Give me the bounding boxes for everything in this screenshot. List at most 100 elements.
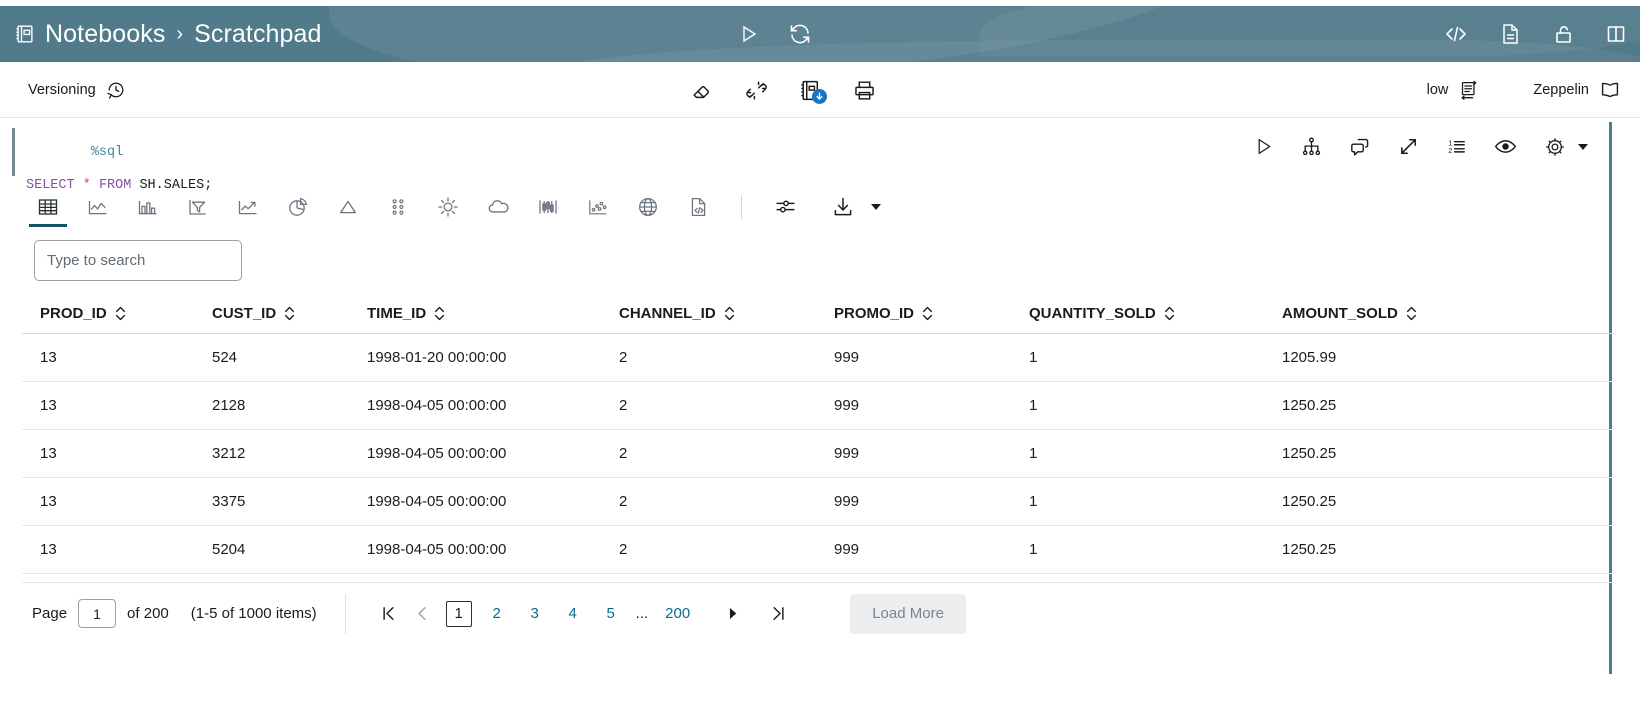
print-icon[interactable]: [852, 78, 877, 103]
first-page-icon[interactable]: [372, 599, 406, 629]
load-more-button[interactable]: Load More: [850, 593, 966, 634]
cell-prod-id: 13: [40, 349, 57, 366]
column-header-quantity-sold[interactable]: QUANTITY_SOLD: [1029, 305, 1282, 322]
mode-selector[interactable]: low: [1427, 79, 1480, 101]
pyramid-chart-icon[interactable]: [334, 189, 362, 225]
next-page-icon[interactable]: [715, 599, 749, 629]
column-header-promo-id[interactable]: PROMO_ID: [834, 305, 1029, 322]
disconnect-icon[interactable]: [744, 78, 769, 103]
gear-icon[interactable]: [1543, 135, 1567, 159]
items-range-label: (1-5 of 1000 items): [190, 605, 317, 622]
document-icon[interactable]: [1498, 22, 1522, 46]
download-caret-icon[interactable]: [871, 203, 881, 210]
unlock-icon[interactable]: [1551, 22, 1575, 46]
cell-quantity-sold: 1: [1029, 349, 1038, 366]
run-all-icon[interactable]: [736, 22, 760, 46]
page-link-3[interactable]: 3: [522, 601, 548, 627]
versioning-button[interactable]: Versioning: [28, 62, 127, 118]
numbered-list-icon[interactable]: 1 2: [1445, 135, 1468, 158]
page-link-last[interactable]: 200: [660, 601, 695, 627]
header-center-actions: [736, 6, 812, 62]
funnel-chart-icon[interactable]: [184, 189, 212, 225]
table-row[interactable]: 13 3212 1998-04-05 00:00:00 2 999 1 1250…: [22, 430, 1614, 478]
toolbar-right-actions: low Zeppelin: [1427, 62, 1622, 118]
settings-caret-icon[interactable]: [1578, 143, 1588, 150]
breadcrumb-root[interactable]: Notebooks: [45, 20, 165, 49]
cell-time-id: 1998-04-05 00:00:00: [367, 541, 507, 558]
sort-icon: [114, 305, 127, 322]
column-header-amount-sold[interactable]: AMOUNT_SOLD: [1282, 305, 1542, 322]
top-header-bar: Notebooks › Scratchpad: [0, 6, 1640, 62]
cell-amount-sold: 1250.25: [1282, 445, 1337, 462]
toolbar-divider: [741, 194, 742, 219]
word-cloud-icon[interactable]: [484, 189, 512, 225]
line-chart-icon[interactable]: [84, 189, 112, 225]
eye-icon[interactable]: [1493, 134, 1518, 159]
candlestick-chart-icon[interactable]: [534, 189, 562, 225]
column-header-prod-id[interactable]: PROD_ID: [22, 305, 212, 322]
area-chart-icon[interactable]: [234, 189, 262, 225]
last-page-icon[interactable]: [761, 599, 795, 629]
sunburst-chart-icon[interactable]: [434, 189, 462, 225]
breadcrumb-current: Scratchpad: [194, 19, 322, 48]
column-header-channel-id[interactable]: CHANNEL_ID: [619, 305, 834, 322]
page-link-4[interactable]: 4: [560, 601, 586, 627]
download-icon[interactable]: [829, 189, 857, 225]
mode-label: low: [1426, 82, 1449, 98]
notebook-download-icon[interactable]: [798, 78, 827, 104]
eraser-icon[interactable]: [690, 78, 715, 103]
code-icon[interactable]: [1443, 22, 1469, 46]
cell-channel-id: 2: [619, 493, 628, 510]
table-row[interactable]: 13 5204 1998-04-05 00:00:00 2 999 1 1250…: [22, 526, 1614, 574]
versioning-label: Versioning: [28, 82, 96, 98]
page-label: Page: [32, 605, 68, 622]
engine-label: Zeppelin: [1533, 82, 1589, 98]
column-label: QUANTITY_SOLD: [1029, 305, 1156, 322]
column-label: AMOUNT_SOLD: [1282, 305, 1398, 322]
table-row[interactable]: 13 524 1998-01-20 00:00:00 2 999 1 1205.…: [22, 334, 1614, 382]
notebook-icon: [14, 23, 36, 45]
comment-icon[interactable]: [1348, 135, 1372, 159]
table-row[interactable]: 13 3375 1998-04-05 00:00:00 2 999 1 1250…: [22, 478, 1614, 526]
raw-code-icon[interactable]: [684, 189, 712, 225]
cell-time-id: 1998-04-05 00:00:00: [367, 445, 507, 462]
cell-promo-id: 999: [834, 445, 860, 462]
prev-page-icon[interactable]: [406, 599, 440, 629]
dot-matrix-icon[interactable]: [384, 189, 412, 225]
sort-icon: [433, 305, 446, 322]
engine-selector[interactable]: Zeppelin: [1533, 78, 1622, 102]
explain-plan-icon[interactable]: [1300, 135, 1323, 158]
scatter-chart-icon[interactable]: [584, 189, 612, 225]
cell-quantity-sold: 1: [1029, 445, 1038, 462]
expand-icon[interactable]: [1397, 135, 1420, 158]
cell-cust-id: 524: [212, 349, 238, 366]
cell-channel-id: 2: [619, 349, 628, 366]
sliders-icon[interactable]: [771, 189, 799, 225]
page-link-2[interactable]: 2: [484, 601, 510, 627]
table-viz-icon[interactable]: [29, 189, 67, 227]
sort-icon: [1163, 305, 1176, 322]
sort-icon: [921, 305, 934, 322]
column-header-time-id[interactable]: TIME_ID: [367, 305, 619, 322]
page-number-input[interactable]: [78, 599, 117, 628]
cell-prod-id: 13: [40, 541, 57, 558]
cell-quantity-sold: 1: [1029, 397, 1038, 414]
sort-icon: [723, 305, 736, 322]
page-link-5[interactable]: 5: [598, 601, 624, 627]
pagination-divider: [344, 593, 346, 634]
page-link-1[interactable]: 1: [445, 600, 472, 627]
refresh-icon[interactable]: [788, 22, 812, 46]
run-paragraph-icon[interactable]: [1252, 135, 1275, 158]
cell-promo-id: 999: [834, 493, 860, 510]
pie-chart-icon[interactable]: [284, 189, 312, 225]
column-label: PROD_ID: [40, 305, 107, 322]
cell-cust-id: 3375: [212, 493, 246, 510]
cell-promo-id: 999: [834, 541, 860, 558]
map-globe-icon[interactable]: [634, 189, 662, 225]
bar-chart-icon[interactable]: [134, 189, 162, 225]
table-row[interactable]: 13 2128 1998-04-05 00:00:00 2 999 1 1250…: [22, 382, 1614, 430]
split-panel-icon[interactable]: [1604, 22, 1628, 46]
column-header-cust-id[interactable]: CUST_ID: [212, 305, 367, 322]
column-label: CUST_ID: [212, 305, 277, 322]
search-input[interactable]: [34, 240, 242, 281]
